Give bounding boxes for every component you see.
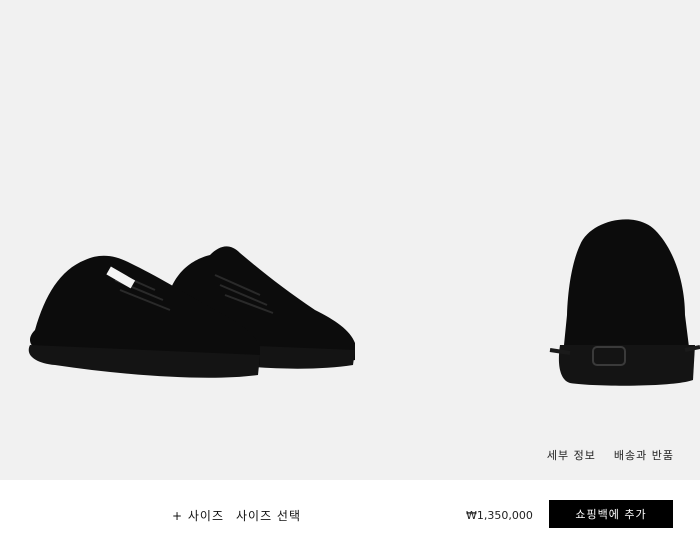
info-links: 세부 정보 배송과 반품 [547,447,674,463]
product-image-back[interactable] [535,205,700,395]
price: ₩1,350,000 [466,509,533,522]
details-link[interactable]: 세부 정보 [547,447,596,463]
size-label: + 사이즈 [172,509,224,523]
purchase-bar: + 사이즈 사이즈 선택 ₩1,350,000 쇼핑백에 추가 [0,480,700,541]
size-selector[interactable]: + 사이즈 사이즈 선택 [172,507,301,524]
add-to-bag-button[interactable]: 쇼핑백에 추가 [549,500,673,528]
size-placeholder: 사이즈 선택 [236,509,302,523]
product-gallery: 세부 정보 배송과 반품 [0,0,700,480]
sneaker-back-shape [549,219,700,386]
product-image-pair[interactable] [15,215,365,385]
shipping-returns-link[interactable]: 배송과 반품 [614,447,674,463]
